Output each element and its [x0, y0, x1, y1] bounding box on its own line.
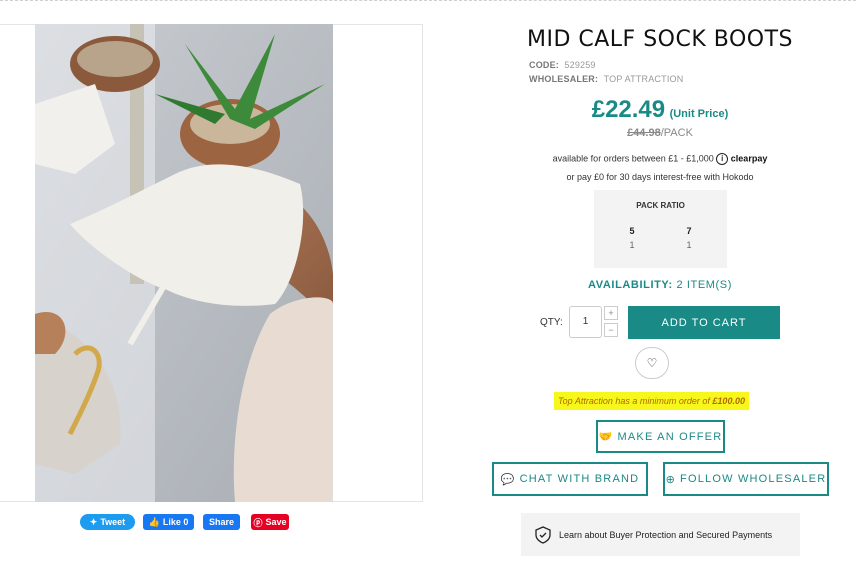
product-code: CODE: 529259	[529, 60, 596, 70]
chat-label: CHAT WITH BRAND	[519, 473, 640, 485]
price-unit: (Unit Price)	[669, 108, 729, 120]
buyer-protection-text: Learn about Buyer Protection and Secured…	[559, 529, 773, 540]
info-icon[interactable]: i	[716, 153, 729, 165]
pack-ratio-title: PACK RATIO	[636, 201, 685, 210]
facebook-share-button[interactable]: Share	[203, 514, 240, 530]
ratio-qty: 1	[686, 240, 692, 250]
save-label: Save	[265, 517, 287, 527]
unit-price: £22.49 (Unit Price)	[520, 96, 800, 124]
clearpay-text: available for orders between £1 - £1,000	[552, 153, 714, 164]
top-divider	[0, 0, 856, 1]
wholesaler-info: WHOLESALER: TOP ATTRACTION	[529, 74, 683, 84]
clearpay-brand: clearpay	[730, 153, 768, 164]
code-value: 529259	[564, 60, 596, 70]
ratio-column: 5 1	[622, 226, 642, 250]
tweet-button[interactable]: ✦ Tweet	[80, 514, 135, 530]
wishlist-button[interactable]: ♡	[635, 347, 669, 379]
pack-ratio-box: PACK RATIO 5 1 7 1	[594, 190, 727, 268]
wholesaler-label: WHOLESALER:	[529, 74, 599, 84]
pinterest-save-button[interactable]: ⓟ Save	[251, 514, 289, 530]
chat-with-brand-button[interactable]: 💬 CHAT WITH BRAND	[492, 462, 648, 496]
price-value: £22.49	[591, 96, 666, 123]
qty-increment-button[interactable]: +	[604, 306, 618, 320]
chat-icon: 💬	[500, 473, 516, 486]
pack-price: £44.98/PACK	[520, 127, 800, 139]
twitter-icon: ✦	[89, 516, 98, 527]
follow-label: FOLLOW WHOLESALER	[680, 473, 827, 485]
min-order-amount: £100.00	[712, 396, 745, 406]
availability-value: 2 ITEM(S)	[676, 279, 732, 291]
pinterest-icon: ⓟ	[253, 517, 263, 528]
qty-label: QTY:	[540, 317, 563, 328]
make-offer-button[interactable]: 🤝 MAKE AN OFFER	[596, 420, 725, 453]
heart-icon: ♡	[646, 356, 658, 370]
like-label: Like 0	[162, 517, 189, 527]
ratio-size: 7	[686, 226, 692, 236]
tweet-label: Tweet	[100, 517, 126, 527]
facebook-like-button[interactable]: 👍 Like 0	[143, 514, 194, 530]
thumbs-up-icon: 👍	[148, 516, 160, 527]
share-label: Share	[208, 517, 234, 527]
make-offer-label: MAKE AN OFFER	[617, 430, 723, 443]
handshake-icon: 🤝	[598, 431, 614, 443]
buyer-protection-link[interactable]: Learn about Buyer Protection and Secured…	[521, 513, 800, 556]
min-order-text: Top Attraction has a minimum order of	[558, 396, 710, 406]
availability-label: AVAILABILITY:	[588, 279, 673, 291]
plus-circle-icon: ⊕	[665, 473, 677, 486]
shield-icon	[535, 525, 551, 544]
quantity-input[interactable]: 1	[569, 306, 602, 338]
minimum-order-notice: Top Attraction has a minimum order of £1…	[554, 392, 749, 410]
qty-decrement-button[interactable]: −	[604, 323, 618, 337]
wholesaler-value[interactable]: TOP ATTRACTION	[604, 74, 684, 84]
follow-wholesaler-button[interactable]: ⊕ FOLLOW WHOLESALER	[663, 462, 829, 496]
ratio-column: 7 1	[679, 226, 699, 250]
hokodo-info: or pay £0 for 30 days interest-free with…	[566, 172, 754, 182]
code-label: CODE:	[529, 60, 559, 70]
add-to-cart-button[interactable]: ADD TO CART	[628, 306, 780, 339]
pack-suffix: /PACK	[660, 127, 693, 139]
pack-price-value: £44.98	[627, 127, 661, 139]
clearpay-info: available for orders between £1 - £1,000…	[520, 153, 800, 165]
ratio-qty: 1	[629, 240, 635, 250]
ratio-size: 5	[629, 226, 635, 236]
availability: AVAILABILITY: 2 ITEM(S)	[520, 279, 800, 291]
product-image[interactable]	[35, 24, 333, 502]
product-title: MID CALF SOCK BOOTS	[526, 27, 794, 52]
